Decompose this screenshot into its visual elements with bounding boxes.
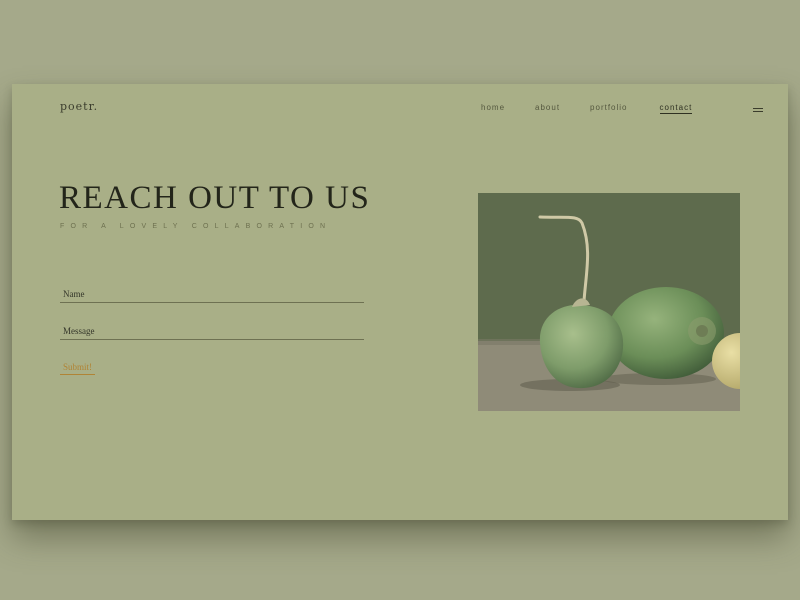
name-field-wrapper	[60, 284, 367, 303]
submit-button[interactable]: Submit!	[60, 362, 96, 375]
contact-card: poetr. home about portfolio contact REAC…	[12, 84, 788, 520]
brand-logo[interactable]: poetr.	[60, 100, 98, 113]
main-nav: home about portfolio contact	[481, 103, 693, 114]
nav-item-portfolio[interactable]: portfolio	[590, 103, 627, 114]
page-subtitle: FOR A LOVELY COLLABORATION	[60, 223, 332, 230]
name-input[interactable]	[60, 285, 367, 303]
message-input[interactable]	[60, 322, 367, 340]
message-field-wrapper	[60, 321, 367, 340]
nav-item-contact[interactable]: contact	[659, 103, 693, 114]
hamburger-menu-icon[interactable]	[753, 108, 763, 114]
nav-item-about[interactable]: about	[535, 103, 560, 114]
nav-item-home[interactable]: home	[481, 103, 505, 114]
page-title: REACH OUT TO US	[59, 180, 371, 216]
radish-photo	[478, 193, 740, 411]
